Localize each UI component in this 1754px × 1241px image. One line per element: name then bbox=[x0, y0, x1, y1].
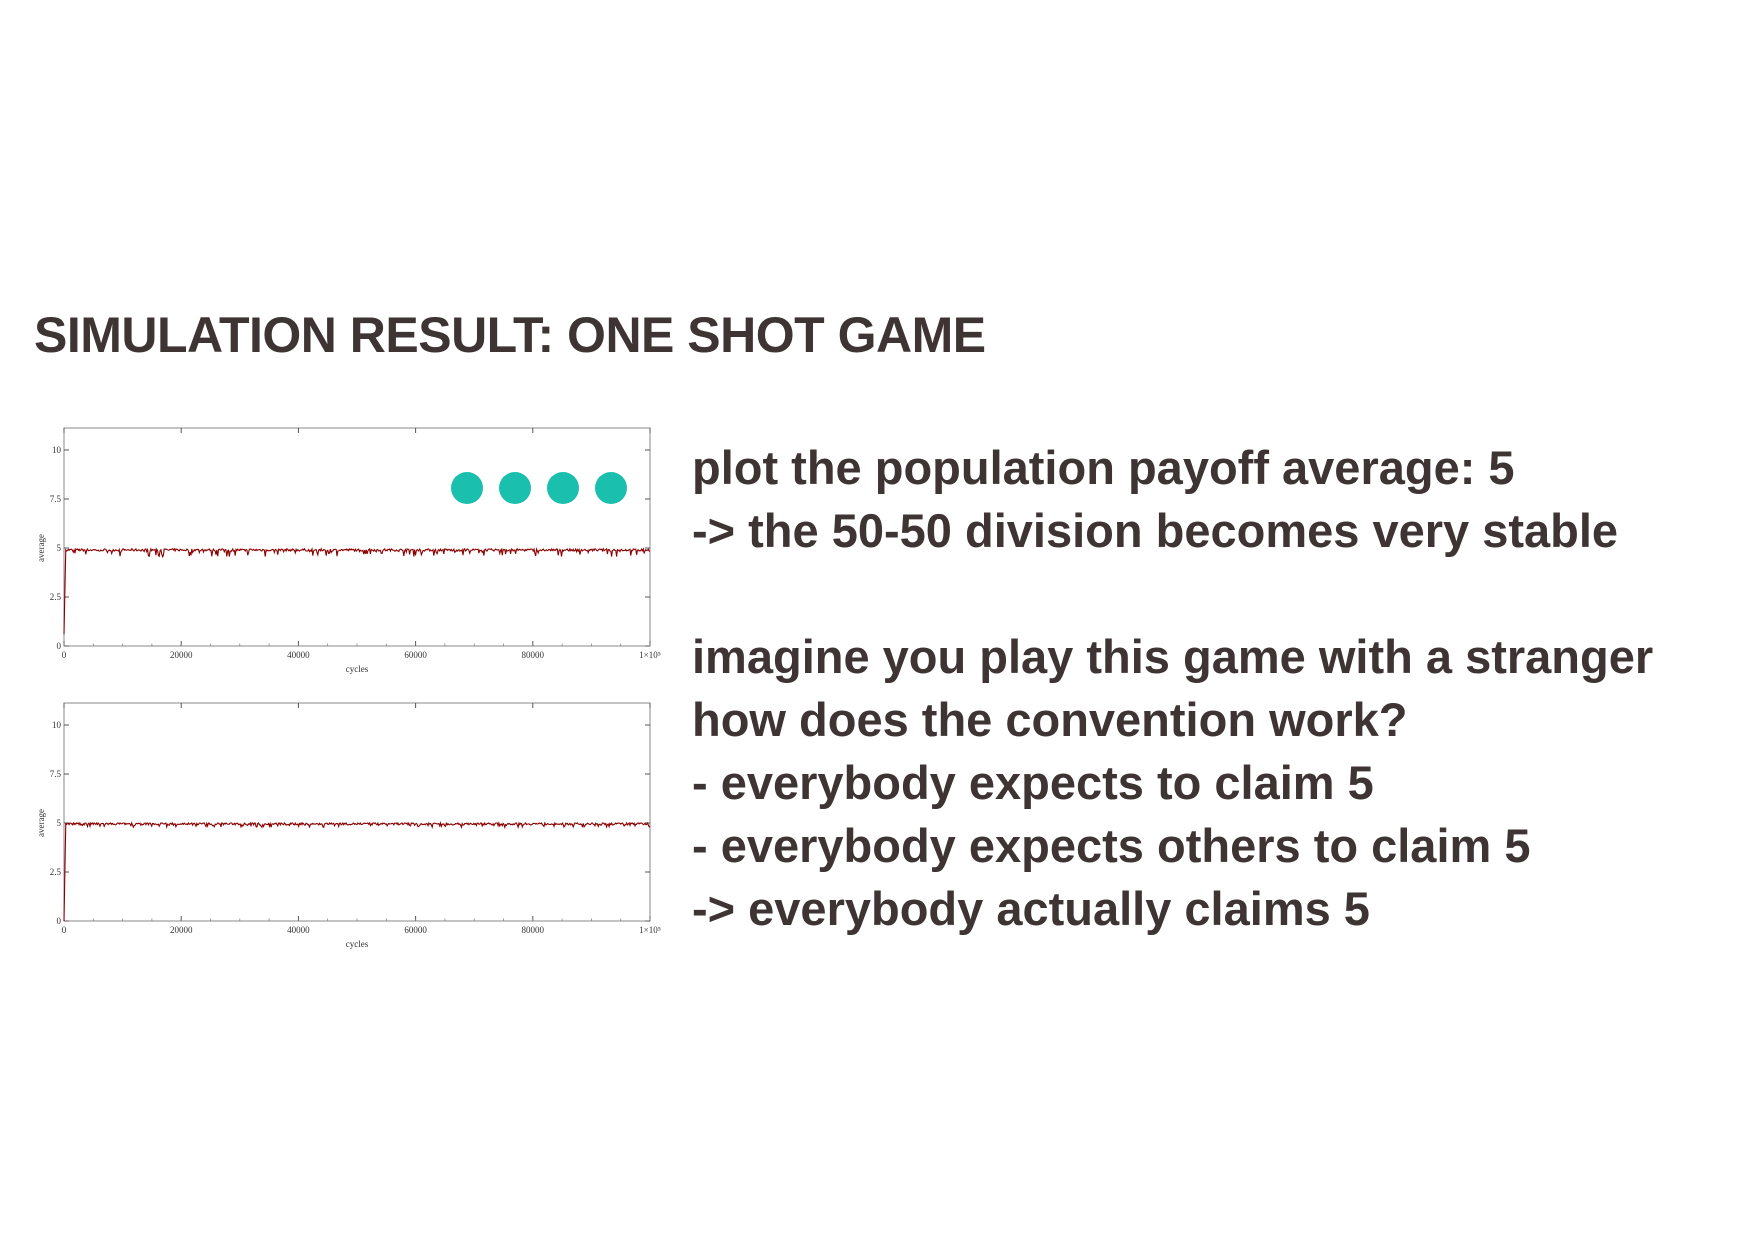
y-tick-label: 2.5 bbox=[50, 592, 62, 602]
slide-title: SIMULATION RESULT: ONE SHOT GAME bbox=[34, 307, 986, 363]
text-line-stable-division: -> the 50-50 division becomes very stabl… bbox=[692, 504, 1619, 557]
teal-dot bbox=[499, 472, 531, 504]
text-line-expect-others: - everybody expects others to claim 5 bbox=[692, 819, 1531, 872]
y-tick-label: 10 bbox=[52, 720, 62, 730]
x-tick-label: 60000 bbox=[404, 925, 427, 935]
x-tick-label: 40000 bbox=[287, 650, 310, 660]
payoff-average-series-line bbox=[63, 820, 651, 922]
teal-dot bbox=[595, 472, 627, 504]
plot-frame bbox=[63, 427, 651, 647]
y-tick-label: 2.5 bbox=[50, 867, 62, 877]
y-tick-label: 0 bbox=[57, 641, 62, 651]
text-line-actually-claims: -> everybody actually claims 5 bbox=[692, 882, 1370, 935]
x-tick-label: 40000 bbox=[287, 925, 310, 935]
x-tick-label: 1×10⁵ bbox=[639, 925, 661, 935]
text-line-plot-average: plot the population payoff average: 5 bbox=[692, 441, 1515, 494]
x-tick-label: 0 bbox=[62, 925, 67, 935]
y-tick-label: 0 bbox=[57, 916, 62, 926]
x-tick-label: 80000 bbox=[522, 650, 545, 660]
teal-dot bbox=[451, 472, 483, 504]
x-tick-label: 0 bbox=[62, 650, 67, 660]
y-axis-title: average bbox=[36, 809, 46, 837]
x-tick-label: 80000 bbox=[522, 925, 545, 935]
text-line-spacer bbox=[692, 562, 1653, 625]
teal-dot bbox=[547, 472, 579, 504]
text-line-stranger: imagine you play this game with a strang… bbox=[692, 630, 1654, 683]
y-tick-label: 7.5 bbox=[50, 769, 62, 779]
plot-frame bbox=[63, 702, 651, 922]
y-tick-label: 5 bbox=[57, 818, 62, 828]
x-tick-label: 60000 bbox=[404, 650, 427, 660]
x-tick-label: 20000 bbox=[170, 650, 193, 660]
explanation-text: plot the population payoff average: 5 ->… bbox=[692, 436, 1653, 940]
y-tick-label: 5 bbox=[57, 543, 62, 553]
x-axis-title: cycles bbox=[346, 664, 369, 674]
y-axis-title: average bbox=[36, 534, 46, 562]
text-line-expect-claim: - everybody expects to claim 5 bbox=[692, 756, 1374, 809]
x-tick-label: 1×10⁵ bbox=[639, 650, 661, 660]
y-tick-label: 10 bbox=[52, 445, 62, 455]
payoff-average-series-line bbox=[63, 546, 651, 635]
y-tick-label: 7.5 bbox=[50, 494, 62, 504]
text-line-convention-question: how does the convention work? bbox=[692, 693, 1408, 746]
x-axis-title: cycles bbox=[346, 939, 369, 949]
x-tick-label: 20000 bbox=[170, 925, 193, 935]
payoff-average-chart-top: 0 20000 40000 60000 80000 1×10⁵ 0 2.5 5 7.5 10 cycl… bbox=[36, 427, 661, 674]
payoff-average-chart-bottom: 0 20000 40000 60000 80000 1×10⁵ 0 2.5 5 7.5 10 cycl… bbox=[36, 702, 661, 949]
